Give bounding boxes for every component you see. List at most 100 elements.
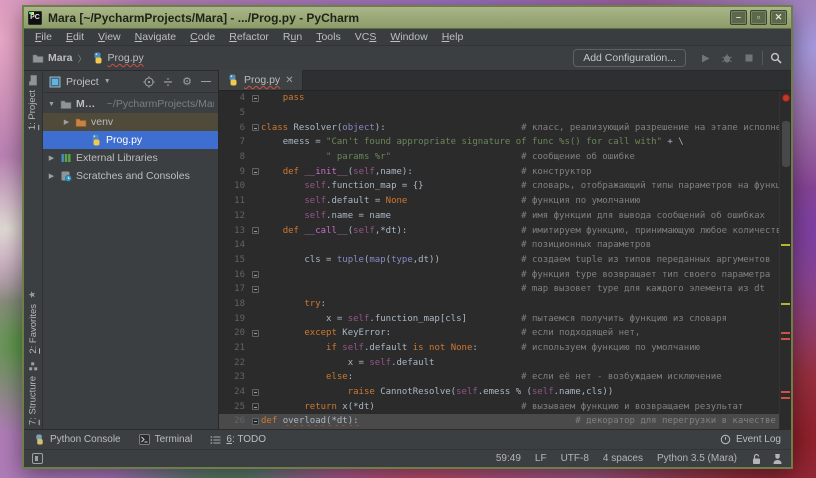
status-segment[interactable]: Python 3.5 (Mara) [657, 453, 737, 464]
toolwindow-button-python-console[interactable]: Python Console [34, 434, 121, 445]
toolwindow-button-event-log[interactable]: Event Log [720, 434, 781, 445]
run-icon[interactable] [698, 51, 712, 65]
warning-mark[interactable] [781, 303, 790, 305]
code-line-4[interactable]: 4 pass [219, 91, 779, 106]
code-line-26[interactable]: 26def overload(*dt): # декоратор для пер… [219, 414, 779, 429]
status-segment[interactable]: UTF-8 [561, 453, 589, 464]
tree-item-mara[interactable]: ▼Mara~/PycharmProjects/Mara [43, 95, 218, 113]
code-line-16[interactable]: 16 # функция type возвращает тип своего … [219, 267, 779, 282]
code-line-25[interactable]: 25 return x(*dt) # вызываем функцию и во… [219, 399, 779, 414]
code-line-6[interactable]: 6class Resolver(object): # класс, реализ… [219, 120, 779, 135]
close-button[interactable]: ✕ [770, 10, 787, 25]
error-stripe[interactable] [779, 91, 791, 429]
code-line-20[interactable]: 20 except KeyError: # если подходящей не… [219, 326, 779, 341]
fold-marker-icon[interactable] [249, 168, 261, 175]
locate-icon[interactable] [143, 76, 155, 88]
warning-mark[interactable] [781, 244, 790, 246]
status-segment[interactable]: 59:49 [496, 453, 521, 464]
fold-marker-icon[interactable] [249, 389, 261, 396]
add-configuration-button[interactable]: Add Configuration... [573, 49, 686, 67]
breadcrumb-item[interactable]: Prog.py [108, 52, 144, 64]
debug-icon[interactable] [720, 51, 734, 65]
stripe-button-2-favorites[interactable]: 2: Favorites★ [28, 290, 39, 354]
tree-item-external-libraries[interactable]: ▶External Libraries [43, 149, 218, 167]
line-number: 4 [219, 93, 249, 103]
fold-marker-icon[interactable] [249, 403, 261, 410]
code-line-9[interactable]: 9 def __init__(self,name): # конструктор [219, 164, 779, 179]
code-line-22[interactable]: 22 x = self.default [219, 355, 779, 370]
menu-item-file[interactable]: File [28, 30, 59, 44]
code-line-23[interactable]: 23 else: # если её нет - возбуждаем искл… [219, 370, 779, 385]
hector-icon[interactable] [772, 453, 783, 465]
code-line-13[interactable]: 13 def __call__(self,*dt): # имитируем ф… [219, 223, 779, 238]
code-line-17[interactable]: 17 # map вызовет type для каждого элемен… [219, 282, 779, 297]
stripe-button-1-project[interactable]: 1: Project [26, 75, 39, 130]
fold-marker-icon[interactable] [249, 95, 261, 102]
errors-indicator-icon[interactable] [782, 94, 790, 102]
menu-item-help[interactable]: Help [435, 30, 471, 44]
code-text: " params %r" # сообщение об ошибке [261, 152, 779, 162]
minimize-button[interactable]: – [730, 10, 747, 25]
tree-item-venv[interactable]: ▶venv [43, 113, 218, 131]
collapsed-arrow-icon[interactable]: ▶ [47, 172, 56, 180]
collapsed-arrow-icon[interactable]: ▶ [62, 118, 71, 126]
menu-item-edit[interactable]: Edit [59, 30, 91, 44]
project-panel-title[interactable]: Project [66, 76, 99, 88]
settings-icon[interactable]: ⚙ [181, 75, 193, 88]
maximize-button[interactable]: ▫ [750, 10, 767, 25]
fold-marker-icon[interactable] [249, 227, 261, 234]
toggle-toolwindows-icon[interactable] [32, 453, 43, 464]
status-segment[interactable]: LF [535, 453, 547, 464]
menu-item-run[interactable]: Run [276, 30, 309, 44]
code-editor[interactable]: 4 pass56class Resolver(object): # класс,… [219, 91, 791, 429]
code-line-11[interactable]: 11 self.default = None # функция по умол… [219, 194, 779, 209]
code-text: self.name = name # имя функции для вывод… [261, 211, 779, 221]
fold-marker-icon[interactable] [249, 330, 261, 337]
code-line-14[interactable]: 14 # позиционных параметров [219, 238, 779, 253]
menu-item-navigate[interactable]: Navigate [128, 30, 183, 44]
scrollbar-thumb[interactable] [782, 121, 790, 167]
code-line-24[interactable]: 24 raise CannotResolve(self.emess % (sel… [219, 385, 779, 400]
hide-icon[interactable]: — [200, 76, 212, 87]
stop-icon[interactable] [742, 51, 756, 65]
menu-item-code[interactable]: Code [183, 30, 222, 44]
collapsed-arrow-icon[interactable]: ▶ [47, 154, 56, 162]
code-line-7[interactable]: 7 emess = "Can't found appropriate signa… [219, 135, 779, 150]
error-mark[interactable] [781, 332, 790, 334]
code-line-18[interactable]: 18 try: [219, 297, 779, 312]
fold-marker-icon[interactable] [249, 124, 261, 131]
fold-marker-icon[interactable] [249, 271, 261, 278]
error-mark[interactable] [781, 397, 790, 399]
menu-item-tools[interactable]: Tools [309, 30, 348, 44]
unlock-icon[interactable] [751, 453, 762, 465]
code-line-12[interactable]: 12 self.name = name # имя функции для вы… [219, 209, 779, 224]
code-line-21[interactable]: 21 if self.default is not None: # исполь… [219, 341, 779, 356]
code-line-8[interactable]: 8 " params %r" # сообщение об ошибке [219, 150, 779, 165]
tree-item-prog-py[interactable]: Prog.py [43, 131, 218, 149]
expanded-arrow-icon[interactable]: ▼ [47, 101, 56, 108]
code-line-19[interactable]: 19 x = self.function_map[cls] # пытаемся… [219, 311, 779, 326]
tree-item-scratches-and-consoles[interactable]: ▶Scratches and Consoles [43, 167, 218, 185]
title-bar[interactable]: PC Mara [~/PycharmProjects/Mara] - .../P… [24, 7, 791, 29]
close-tab-icon[interactable]: ✕ [285, 75, 293, 86]
editor-tab-prog-py[interactable]: Prog.py ✕ [219, 70, 303, 90]
collapse-all-icon[interactable] [162, 76, 174, 88]
menu-item-window[interactable]: Window [383, 30, 434, 44]
toolwindow-button-6-todo[interactable]: 6: TODO [210, 434, 266, 445]
menu-item-view[interactable]: View [91, 30, 128, 44]
error-mark[interactable] [781, 338, 790, 340]
fold-marker-icon[interactable] [249, 286, 261, 293]
menu-item-refactor[interactable]: Refactor [222, 30, 276, 44]
menu-item-vcs[interactable]: VCS [348, 30, 384, 44]
breadcrumb-item[interactable]: Mara [48, 52, 73, 64]
fold-marker-icon[interactable] [249, 418, 261, 425]
search-everywhere-icon[interactable] [769, 51, 783, 65]
code-line-10[interactable]: 10 self.function_map = {} # словарь, ото… [219, 179, 779, 194]
stripe-button-7-structure[interactable]: 7: Structure [27, 362, 39, 425]
error-mark[interactable] [781, 391, 790, 393]
chevron-down-icon[interactable]: ▼ [104, 78, 111, 85]
status-segment[interactable]: 4 spaces [603, 453, 643, 464]
code-line-5[interactable]: 5 [219, 106, 779, 121]
code-line-15[interactable]: 15 cls = tuple(map(type,dt)) # создаем t… [219, 253, 779, 268]
toolwindow-button-terminal[interactable]: Terminal [139, 434, 193, 445]
